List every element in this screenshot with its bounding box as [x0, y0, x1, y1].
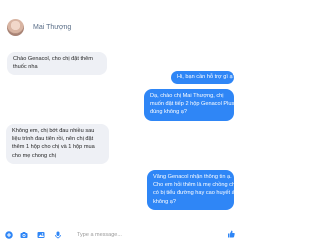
- chat-screen: Mai Thượng Chào Genacol, cho chị đặt thê…: [0, 0, 240, 240]
- outgoing-message[interactable]: Hi, bạn cần hỗ trợ gì ạ?: [171, 71, 236, 84]
- incoming-message[interactable]: Chào Genacol, cho chị đặt thêm thuốc nha: [7, 52, 107, 75]
- message-line: Vâng Genacol nhận thông tin ạ.: [153, 174, 232, 180]
- message-line: cho mẹ chong chị: [12, 152, 56, 159]
- contact-avatar[interactable]: [7, 19, 24, 36]
- message-line: thuốc nha: [13, 64, 38, 71]
- message-line: Chào Genacol, cho chị đặt thêm: [13, 56, 93, 62]
- message-line: liệu trình đau tiên rồi, nên chị đặt: [12, 136, 94, 143]
- camera-icon[interactable]: [20, 231, 28, 239]
- outgoing-message[interactable]: Dạ, chào chị Mai Thượng, chị muốn đặt ti…: [144, 89, 234, 121]
- message-line: Cho em hỏi thêm là mẹ chồng chị: [153, 182, 237, 189]
- message-line: Không em, chị bớt đau nhiều sau: [12, 128, 95, 134]
- conversation-header: Mai Thượng: [0, 0, 240, 46]
- message-input[interactable]: [73, 230, 217, 240]
- message-line: muốn đặt tiếp 2 hộp Genacol Plus: [150, 101, 235, 108]
- plus-circle-icon[interactable]: [5, 231, 13, 239]
- message-composer: [0, 225, 240, 240]
- microphone-icon[interactable]: [54, 231, 62, 239]
- message-line: không ạ?: [153, 198, 177, 205]
- incoming-message[interactable]: Không em, chị bớt đau nhiều sau liệu trì…: [6, 124, 109, 164]
- contact-name[interactable]: Mai Thượng: [33, 23, 71, 32]
- message-line: có bị tiểu đường hay cao huyết áp: [153, 190, 238, 197]
- message-line: Dạ, chào chị Mai Thượng, chị: [150, 93, 224, 99]
- outgoing-message[interactable]: Vâng Genacol nhận thông tin ạ. Cho em hỏ…: [147, 170, 238, 210]
- message-line: thêm 1 hộp cho chị và 1 hộp mua: [12, 144, 95, 151]
- message-line: Hi, bạn cần hỗ trợ gì ạ?: [177, 74, 236, 80]
- message-line: đúng không ạ?: [150, 109, 188, 116]
- thumbs-up-icon[interactable]: [227, 230, 235, 238]
- photo-icon[interactable]: [37, 231, 45, 239]
